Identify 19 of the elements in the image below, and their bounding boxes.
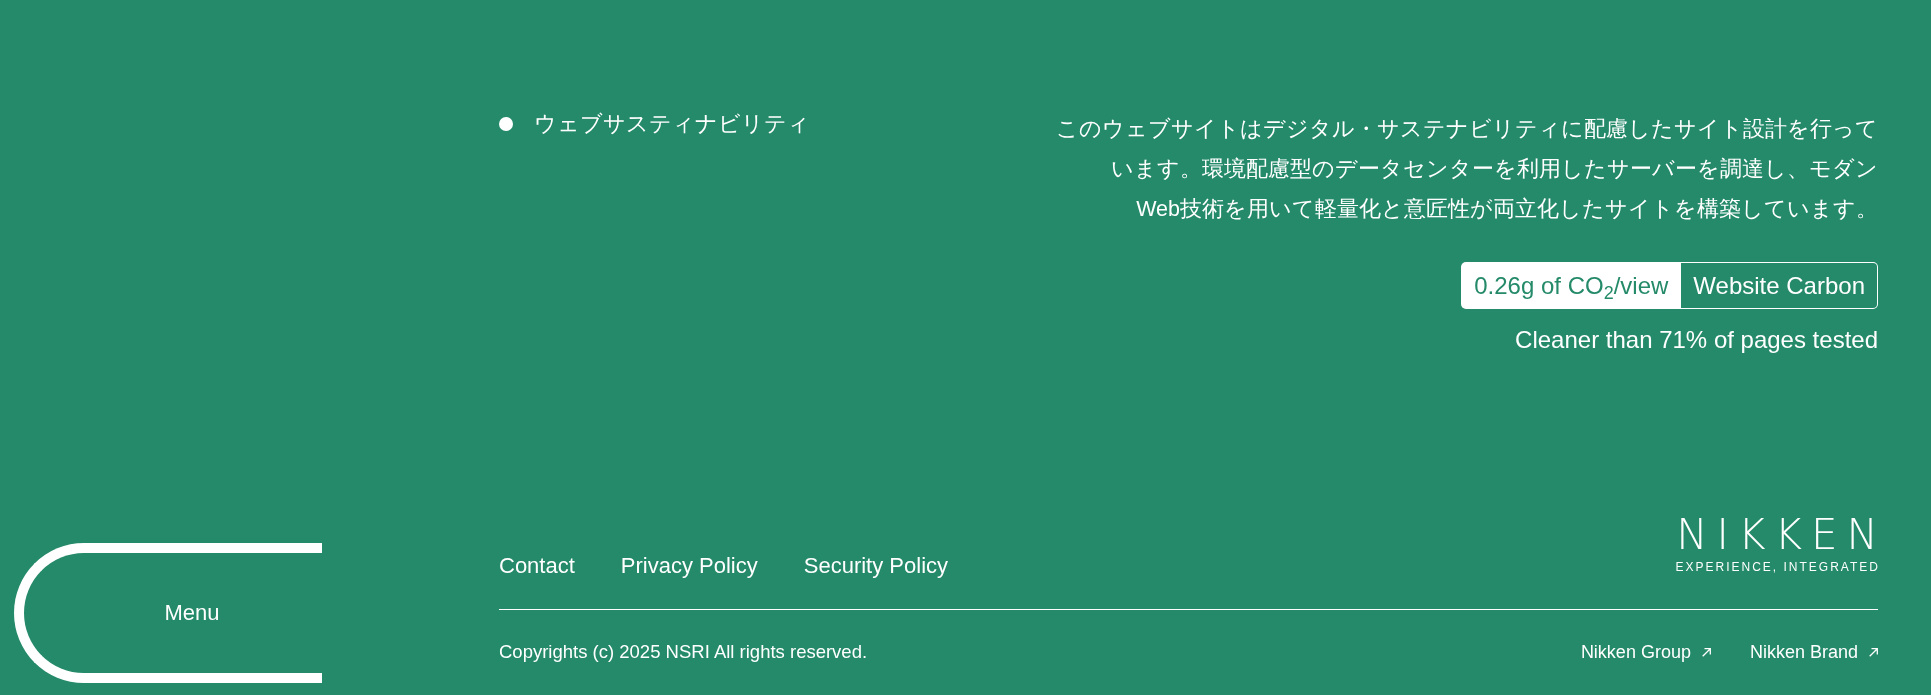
copyright-text: Copyrights (c) 2025 NSRI All rights reserved.	[499, 640, 868, 664]
description-line: Web技術を用いて軽量化と意匠性が両立化したサイトを構築しています。	[1136, 196, 1878, 223]
bullet-icon	[499, 117, 513, 131]
description-line: います。環境配慮型のデータセンターを利用したサーバーを調達し、モダン	[1111, 156, 1878, 183]
footer-link[interactable]: Security Policy	[803, 551, 949, 581]
footer-link[interactable]: Privacy Policy	[620, 551, 758, 581]
website-carbon-link[interactable]: Website Carbon	[1681, 262, 1878, 309]
external-link[interactable]: Nikken Group	[1580, 640, 1711, 664]
external-link[interactable]: Nikken Brand	[1749, 640, 1878, 664]
nav-link[interactable]: ウェブサスティナビリティ	[534, 109, 810, 139]
logo-wordmark[interactable]: NIKKEN	[1676, 514, 1887, 556]
carbon-reading: 0.26g of CO$_{2}$/view	[1461, 262, 1682, 309]
arrow-up-right-icon	[1869, 647, 1878, 657]
arrow-up-right-icon	[1701, 647, 1711, 657]
footer-link[interactable]: Contact	[499, 551, 575, 581]
comparison-text: Cleaner than 71% of pages tested	[1515, 325, 1878, 355]
menu-button[interactable]: Menu	[14, 543, 322, 683]
description-line: このウェブサイトはデジタル・サステナビリティに配慮したサイト設計を行って	[1056, 116, 1878, 143]
logo-tagline: EXPERIENCE, INTEGRATED	[1675, 561, 1880, 573]
